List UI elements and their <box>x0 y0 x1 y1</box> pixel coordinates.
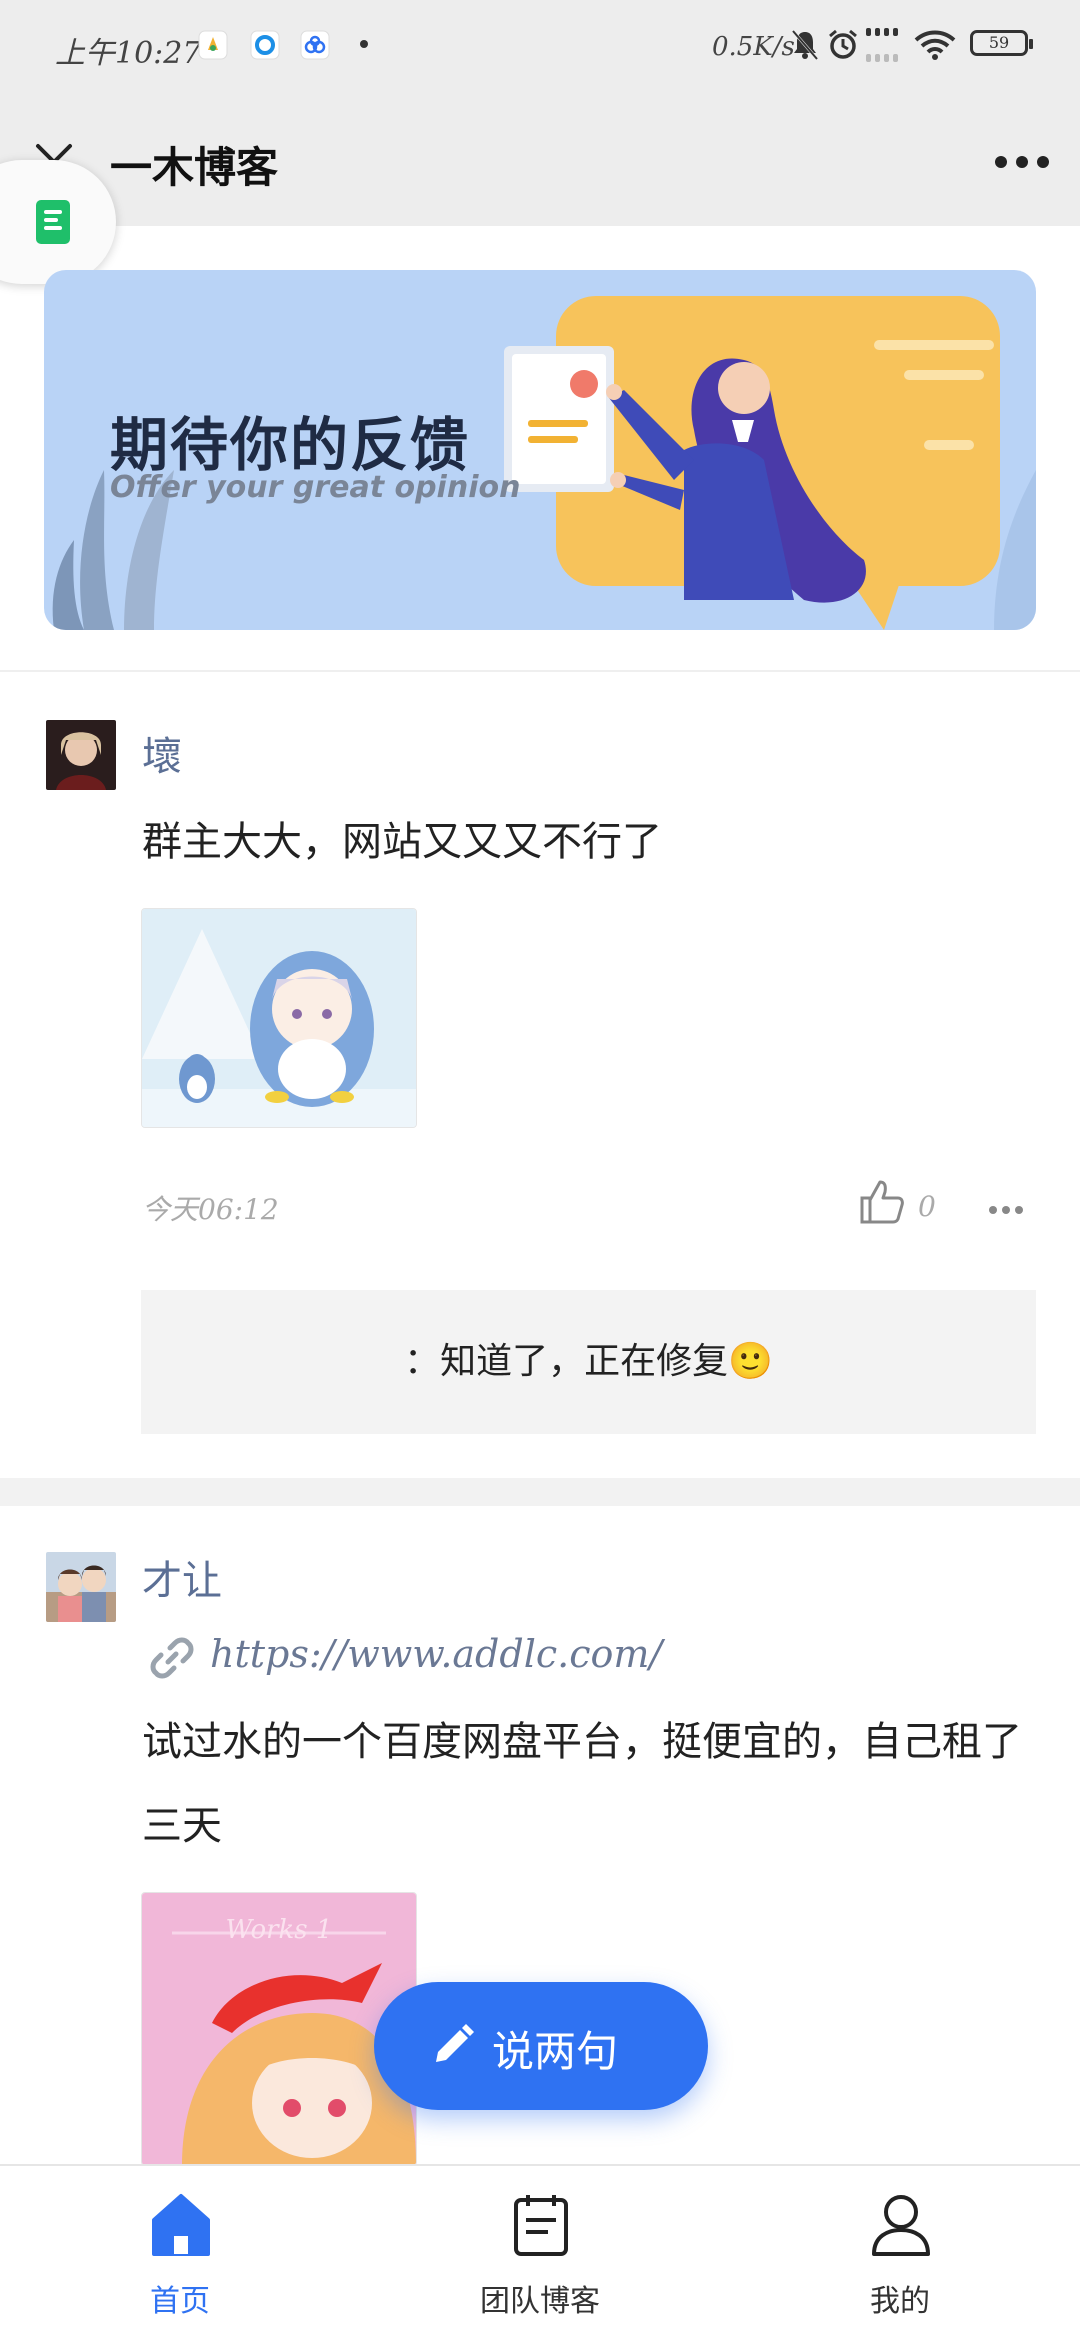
bottom-nav: 首页 团队博客 我的 <box>0 2164 1080 2342</box>
post-link[interactable]: https://www.addlc.com/ <box>210 1632 662 1676</box>
app-notification-icon <box>198 30 228 60</box>
post-content: 群主大大，网站又又又不行了 <box>142 819 662 865</box>
like-count: 0 <box>918 1190 936 1223</box>
avatar[interactable] <box>46 1552 116 1622</box>
more-dots-icon[interactable] <box>994 154 1050 168</box>
post-author[interactable]: 壞 <box>142 724 182 782</box>
thumbs-up-icon[interactable] <box>858 1178 906 1230</box>
link-icon <box>148 1634 196 1686</box>
feedback-banner[interactable]: 期待你的反馈 Offer your great opinion <box>44 270 1036 630</box>
home-icon <box>150 2192 212 2258</box>
nav-item-home[interactable]: 首页 <box>0 2166 360 2342</box>
title-bar: 一木博客 <box>0 96 1080 226</box>
post-content-line2: 三天 <box>142 1803 222 1849</box>
post-content-line1: 试过水的一个百度网盘平台，挺便宜的，自己租了 <box>142 1719 1022 1765</box>
post-author[interactable]: 才让 <box>142 1548 222 1606</box>
notification-dot <box>360 40 368 48</box>
alarm-icon <box>826 28 860 66</box>
status-bar: 上午10:27 0.5K/s 59 <box>0 0 1080 96</box>
nav-item-me[interactable]: 我的 <box>720 2166 1080 2342</box>
avatar[interactable] <box>46 720 116 790</box>
notepad-icon <box>510 2192 572 2258</box>
nav-label-me: 我的 <box>870 2284 930 2319</box>
wifi-icon <box>914 28 956 66</box>
post-image[interactable] <box>141 908 417 1128</box>
nav-item-team-blog[interactable]: 团队博客 <box>360 2166 720 2342</box>
reply-box[interactable]: ：知道了，正在修复🙂 <box>141 1290 1036 1434</box>
mute-icon <box>790 28 820 66</box>
signal-icon <box>866 26 902 68</box>
compose-label: 说两句 <box>492 2027 619 2076</box>
battery-icon: 59 <box>970 30 1033 56</box>
nav-label-home: 首页 <box>150 2284 210 2319</box>
compose-button[interactable]: 说两句 <box>374 1982 708 2110</box>
cloud-icon <box>300 30 330 60</box>
document-icon <box>36 200 70 244</box>
nav-label-team-blog: 团队博客 <box>480 2284 600 2319</box>
pencil-icon <box>428 2020 478 2070</box>
page-title: 一木博客 <box>110 143 279 192</box>
section-divider <box>0 1478 1080 1506</box>
status-time: 上午10:27 <box>55 36 202 71</box>
floating-widget[interactable] <box>0 160 116 284</box>
image-caption: Works 1 <box>225 1915 333 1945</box>
user-icon <box>870 2192 932 2258</box>
divider <box>0 670 1080 672</box>
banner-subtitle: Offer your great opinion <box>110 470 521 505</box>
browser-icon <box>250 30 280 60</box>
post-more-icon[interactable] <box>988 1200 1024 1219</box>
network-speed: 0.5K/s <box>712 32 795 62</box>
post-timestamp: 今天06:12 <box>142 1193 279 1226</box>
